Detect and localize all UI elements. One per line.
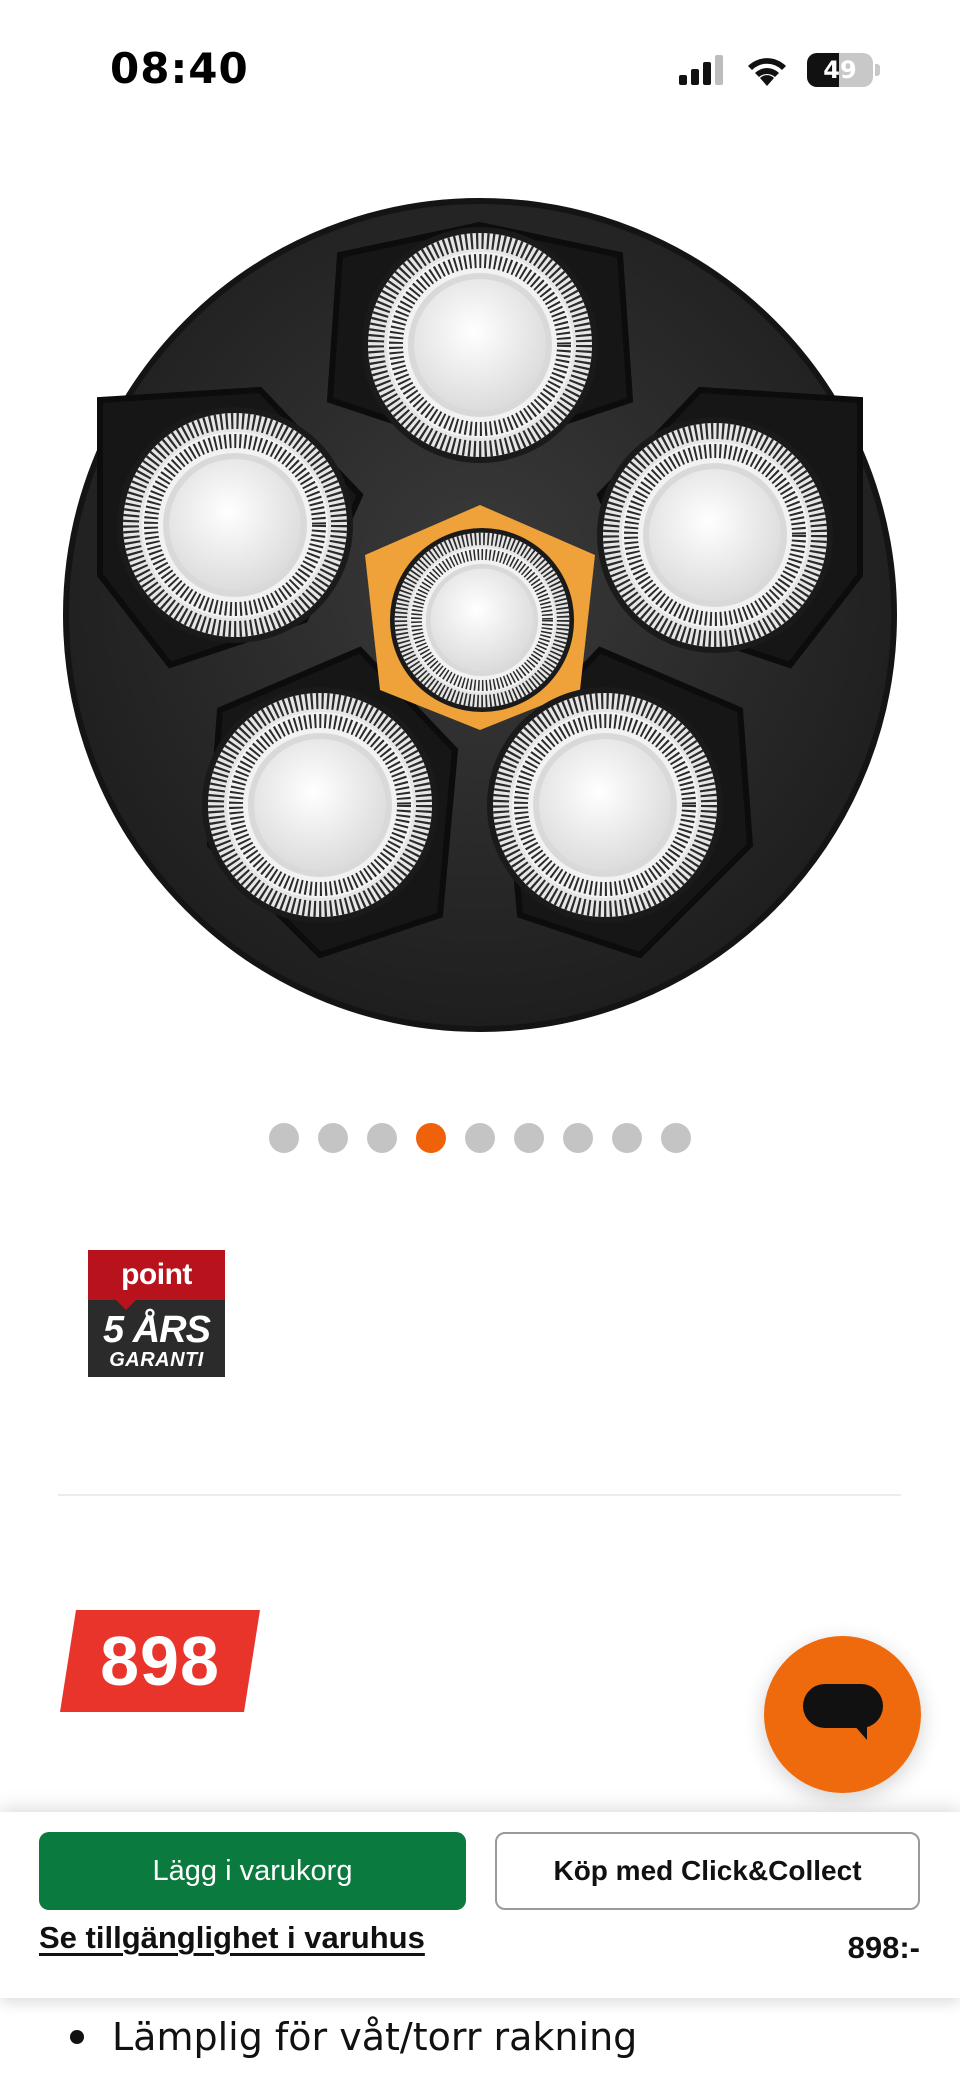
- list-item: Lämplig för våt/torr rakning: [60, 2015, 940, 2059]
- status-bar: 08:40 49: [0, 0, 960, 140]
- carousel-dot[interactable]: [612, 1123, 642, 1153]
- warranty-years: 5 ÅRS: [103, 1308, 211, 1351]
- carousel-dot[interactable]: [269, 1123, 299, 1153]
- add-to-cart-button[interactable]: Lägg i varukorg: [39, 1832, 466, 1910]
- battery-icon: 49: [807, 53, 880, 87]
- status-time: 08:40: [110, 44, 249, 93]
- carousel-dot[interactable]: [563, 1123, 593, 1153]
- chat-bubble-icon: [802, 1683, 883, 1740]
- carousel-dot[interactable]: [367, 1123, 397, 1153]
- feature-text: Lämplig för våt/torr rakning: [112, 2015, 638, 2059]
- carousel-dot[interactable]: [318, 1123, 348, 1153]
- purchase-bar: Lägg i varukorg Köp med Click&Collect Se…: [0, 1812, 960, 1998]
- chat-button[interactable]: [764, 1636, 921, 1793]
- signal-icon: [679, 55, 723, 85]
- status-icons: 49: [679, 52, 880, 88]
- warranty-label: GARANTI: [109, 1348, 204, 1371]
- carousel-dots: [0, 1123, 960, 1153]
- store-availability-link[interactable]: Se tillgänglighet i varuhus: [39, 1920, 425, 1956]
- warranty-notch: [116, 1300, 136, 1310]
- carousel-dot[interactable]: [661, 1123, 691, 1153]
- price-tag: 898: [60, 1610, 260, 1712]
- carousel-dot[interactable]: [465, 1123, 495, 1153]
- warranty-brand: point: [121, 1258, 192, 1291]
- battery-body: 49: [807, 53, 873, 87]
- bar-price: 898:-: [847, 1930, 920, 1965]
- click-collect-button[interactable]: Köp med Click&Collect: [495, 1832, 920, 1910]
- carousel-dot[interactable]: [514, 1123, 544, 1153]
- warranty-badge: point 5 ÅRS GARANTI: [88, 1250, 225, 1377]
- section-divider: [58, 1494, 901, 1496]
- warranty-body: 5 ÅRS GARANTI: [88, 1300, 225, 1377]
- warranty-brand-bar: point: [88, 1250, 225, 1310]
- shaver-head-icon: [63, 198, 897, 1032]
- product-image[interactable]: [60, 195, 900, 1035]
- carousel-dot-active[interactable]: [416, 1123, 446, 1153]
- battery-level: 49: [823, 56, 857, 84]
- wifi-icon: [748, 58, 786, 86]
- battery-tip: [875, 64, 880, 76]
- price-value: 898: [100, 1622, 220, 1700]
- feature-list: Lämplig för våt/torr rakning: [60, 2015, 940, 2059]
- bullet-icon: [70, 2030, 84, 2044]
